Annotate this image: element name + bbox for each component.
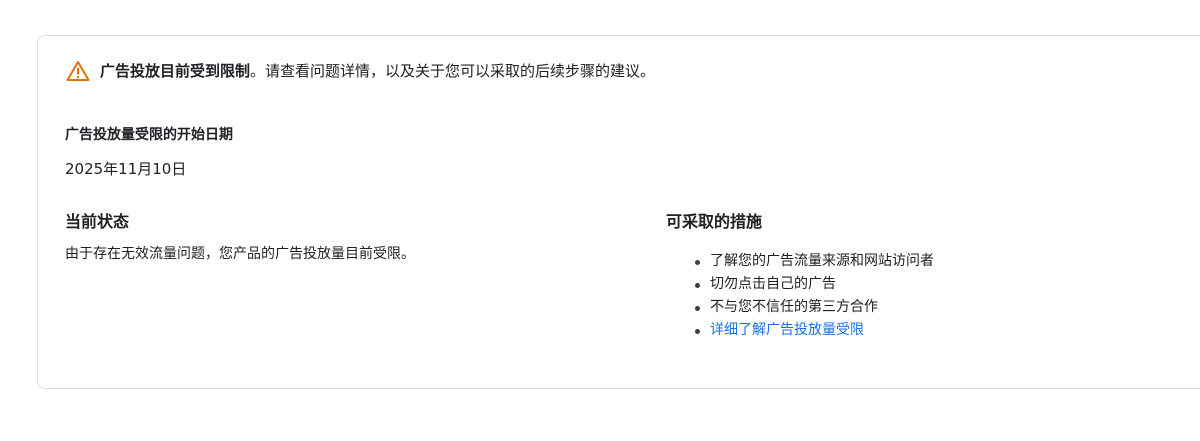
learn-more-link[interactable]: 详细了解广告投放量受限 <box>710 322 864 338</box>
current-status-text: 由于存在无效流量问题，您产品的广告投放量目前受限。 <box>65 246 415 262</box>
alert-message: 。请查看问题详情，以及关于您可以采取的后续步骤的建议。 <box>250 62 656 80</box>
actions-list: 了解您的广告流量来源和网站访问者 切勿点击自己的广告 不与您不信任的第三方合作 … <box>693 250 934 342</box>
list-item: 切勿点击自己的广告 <box>693 273 934 296</box>
bullet-icon <box>695 329 700 334</box>
action-item-text: 不与您不信任的第三方合作 <box>710 299 878 315</box>
start-date-value: 2025年11月10日 <box>65 160 187 178</box>
warning-triangle-icon <box>66 60 90 82</box>
start-date-label: 广告投放量受限的开始日期 <box>65 127 233 143</box>
action-item-text: 切勿点击自己的广告 <box>710 276 836 292</box>
list-item: 详细了解广告投放量受限 <box>693 319 934 342</box>
alert-title: 广告投放目前受到限制 <box>100 62 251 80</box>
bullet-icon <box>695 306 700 311</box>
limit-alert: 广告投放目前受到限制 。请查看问题详情，以及关于您可以采取的后续步骤的建议。 <box>66 60 655 82</box>
bullet-icon <box>695 260 700 265</box>
ad-limit-card: 广告投放目前受到限制 。请查看问题详情，以及关于您可以采取的后续步骤的建议。 广告… <box>37 35 1200 389</box>
action-item-text: 了解您的广告流量来源和网站访问者 <box>710 253 934 269</box>
list-item: 不与您不信任的第三方合作 <box>693 296 934 319</box>
list-item: 了解您的广告流量来源和网站访问者 <box>693 250 934 273</box>
actions-title: 可采取的措施 <box>666 212 763 231</box>
current-status-title: 当前状态 <box>65 212 130 231</box>
bullet-icon <box>695 283 700 288</box>
